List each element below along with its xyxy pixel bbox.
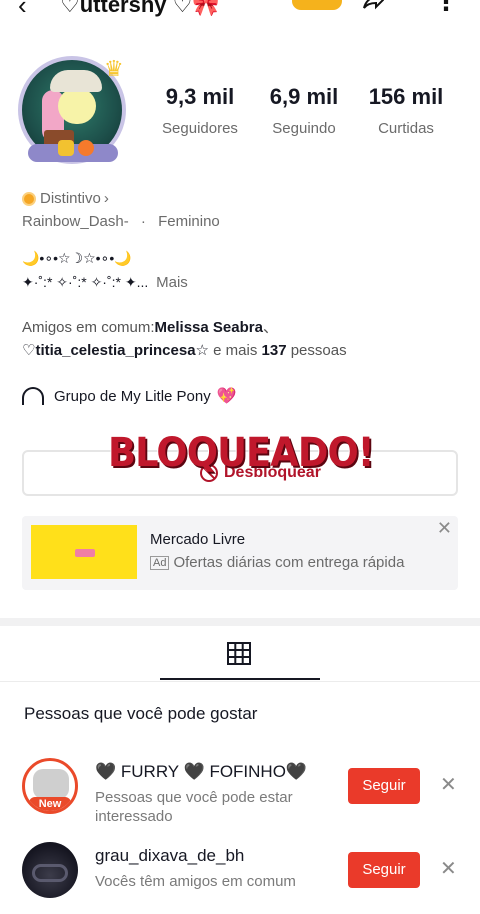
ad-thumbnail bbox=[31, 525, 137, 579]
ad-logo bbox=[75, 549, 95, 557]
heart-emoji: 💖 bbox=[216, 388, 237, 405]
suggestion-reason: Pessoas que você pode estar interessado bbox=[95, 789, 293, 825]
handle-text: Rainbow_Dash- bbox=[22, 213, 129, 230]
stat-likes[interactable]: 156 mil Curtidas bbox=[356, 84, 456, 137]
avatar-art bbox=[58, 88, 96, 124]
blocked-overlay-text: BLOQUEADO! bbox=[108, 430, 375, 476]
avatar[interactable] bbox=[22, 842, 78, 898]
profile-avatar[interactable]: ♛ bbox=[18, 56, 128, 166]
section-divider bbox=[0, 618, 480, 626]
avatar-frame-decoration bbox=[78, 140, 94, 156]
bio-line: 🌙•∘•☆☽☆•∘•🌙 bbox=[22, 250, 132, 266]
stat-value: 6,9 mil bbox=[269, 84, 339, 109]
close-icon[interactable]: ✕ bbox=[440, 856, 457, 881]
stat-label: Seguidores bbox=[162, 120, 238, 137]
profile-meta: Rainbow_Dash- · Feminino bbox=[22, 213, 220, 230]
suggestion-reason: Vocês têm amigos em comum bbox=[95, 873, 296, 890]
badge-icon bbox=[22, 191, 36, 206]
group-icon bbox=[22, 387, 44, 405]
avatar-art bbox=[33, 769, 69, 799]
follow-button[interactable]: Seguir bbox=[348, 768, 420, 804]
close-icon[interactable]: ✕ bbox=[437, 518, 452, 539]
ad-description-text: Ofertas diárias com entrega rápida bbox=[173, 554, 405, 571]
avatar-art bbox=[32, 864, 68, 882]
profile-username: ♡uttershy ♡🎀 bbox=[60, 0, 220, 17]
coin-badge[interactable] bbox=[292, 0, 342, 10]
ad-card[interactable]: Mercado Livre Ad Ofertas diárias com ent… bbox=[22, 516, 458, 590]
tab-divider bbox=[0, 681, 480, 682]
gender-text: Feminino bbox=[158, 213, 220, 230]
chevron-right-icon: › bbox=[103, 190, 109, 207]
group-link[interactable]: Grupo de My Litle Pony 💖 bbox=[22, 386, 237, 406]
bio-text: ✦·˚:* ✧·˚:* ✧·˚:* ✦... bbox=[22, 274, 149, 290]
stat-label: Curtidas bbox=[378, 120, 434, 137]
suggestion-name: grau_dixava_de_bh bbox=[95, 846, 245, 865]
ad-tag: Ad bbox=[150, 555, 170, 570]
suggestions-title: Pessoas que você pode gostar bbox=[24, 704, 258, 723]
mutual-suffix: pessoas bbox=[286, 342, 347, 359]
ad-description: Ad Ofertas diárias com entrega rápida bbox=[150, 554, 404, 571]
bio-line: ✦·˚:* ✧·˚:* ✧·˚:* ✦... Mais bbox=[22, 274, 188, 291]
suggestion-item[interactable]: New 🖤 FURRY 🖤 FOFINHO🖤 Pessoas que você … bbox=[0, 758, 480, 825]
mutual-count: 137 bbox=[261, 342, 287, 359]
more-icon[interactable]: ⋮ bbox=[434, 0, 458, 17]
new-badge: New bbox=[29, 797, 71, 811]
ad-title: Mercado Livre bbox=[150, 531, 246, 548]
back-arrow-icon[interactable]: ‹ bbox=[18, 0, 27, 21]
stat-followers[interactable]: 9,3 mil Seguidores bbox=[150, 84, 250, 137]
mutual-name: ♡titia_celestia_princesa☆ bbox=[22, 342, 209, 359]
share-icon[interactable] bbox=[362, 0, 385, 16]
suggestion-item[interactable]: grau_dixava_de_bh Vocês têm amigos em co… bbox=[0, 842, 480, 906]
grid-icon[interactable] bbox=[226, 642, 252, 666]
stat-label: Seguindo bbox=[272, 120, 336, 137]
stat-value: 156 mil bbox=[368, 84, 444, 109]
close-icon[interactable]: ✕ bbox=[440, 772, 457, 797]
avatar[interactable]: New bbox=[22, 758, 78, 814]
mutual-name: Melissa Seabra bbox=[154, 319, 263, 336]
badge-label: Distintivo bbox=[40, 190, 101, 207]
bio-more-link[interactable]: Mais bbox=[156, 274, 188, 291]
suggestion-name: 🖤 FURRY 🖤 FOFINHO🖤 bbox=[95, 762, 308, 781]
follow-button[interactable]: Seguir bbox=[348, 852, 420, 888]
badge-link[interactable]: Distintivo › bbox=[22, 190, 109, 207]
tab-active-indicator bbox=[160, 678, 320, 680]
stat-following[interactable]: 6,9 mil Seguindo bbox=[254, 84, 354, 137]
mutual-separator: 、 bbox=[262, 319, 278, 336]
crown-icon: ♛ bbox=[104, 56, 124, 81]
stat-value: 9,3 mil bbox=[165, 84, 235, 109]
mutual-middle: e mais bbox=[209, 342, 262, 359]
mutual-prefix: Amigos em comum: bbox=[22, 319, 155, 336]
group-label: Grupo de My Litle Pony bbox=[54, 387, 211, 405]
avatar-frame-decoration bbox=[58, 140, 74, 156]
meta-separator: · bbox=[140, 213, 146, 230]
mutual-friends[interactable]: Amigos em comum:Melissa Seabra、 bbox=[22, 316, 278, 337]
mutual-friends-more[interactable]: ♡titia_celestia_princesa☆ e mais 137 pes… bbox=[22, 341, 347, 359]
top-bar: ‹ ♡uttershy ♡🎀 ⋮ bbox=[0, 0, 480, 22]
avatar-art bbox=[50, 70, 102, 92]
